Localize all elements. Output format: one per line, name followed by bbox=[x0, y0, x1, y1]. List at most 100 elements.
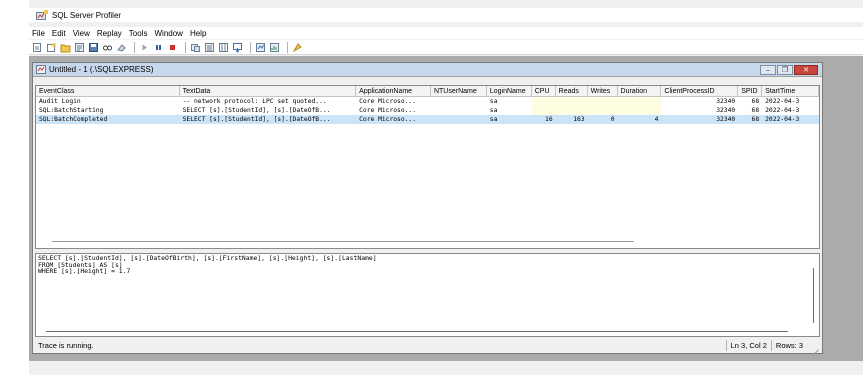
menu-view[interactable]: View bbox=[73, 29, 90, 38]
find-icon[interactable] bbox=[102, 42, 113, 53]
cell-eventclass: Audit Login bbox=[39, 98, 81, 105]
auto-scroll-icon[interactable] bbox=[232, 42, 243, 53]
grid-body: Audit Login -- network protocol: LPC set … bbox=[36, 97, 819, 124]
cell-clientprocessid: 32340 bbox=[716, 116, 736, 123]
toolbar-separator bbox=[287, 41, 288, 53]
menu-edit[interactable]: Edit bbox=[52, 29, 66, 38]
column-header-ntusername[interactable]: NTUserName bbox=[431, 86, 487, 96]
cell-loginname: sa bbox=[489, 107, 498, 114]
column-header-spid[interactable]: SPID bbox=[738, 86, 763, 96]
cell-writes bbox=[587, 97, 618, 106]
column-header-applicationname[interactable]: ApplicationName bbox=[356, 86, 431, 96]
cell-ntusername bbox=[431, 106, 487, 115]
grid-horizontal-scrollbar[interactable] bbox=[52, 241, 634, 242]
trace-window-controls: – ❐ ✕ bbox=[759, 65, 818, 75]
toolbar-separator bbox=[250, 41, 251, 53]
restore-icon[interactable]: ❐ bbox=[777, 65, 793, 75]
row-count: Rows: 3 bbox=[770, 340, 807, 351]
window-title: SQL Server Profiler bbox=[52, 10, 122, 20]
save-icon[interactable] bbox=[88, 42, 99, 53]
cell-applicationname: Core Microso... bbox=[359, 98, 416, 105]
new-trace-icon[interactable] bbox=[32, 42, 43, 53]
menu-help[interactable]: Help bbox=[190, 29, 206, 38]
trace-window-title: Untitled - 1 (.\SQLEXPRESS) bbox=[49, 65, 154, 74]
minimize-icon[interactable]: – bbox=[760, 65, 776, 75]
text-data-content: SELECT [s].[StudentId], [s].[DateOfBirth… bbox=[38, 254, 377, 276]
new-template-icon[interactable] bbox=[46, 42, 57, 53]
start-icon[interactable] bbox=[139, 42, 150, 53]
column-header-textdata[interactable]: TextData bbox=[180, 86, 357, 96]
status-message: Trace is running. bbox=[38, 341, 94, 350]
toolbar-separator bbox=[134, 41, 135, 53]
column-header-cpu[interactable]: CPU bbox=[532, 86, 556, 96]
cell-eventclass: SQL:BatchCompleted bbox=[39, 116, 108, 123]
menu-file[interactable]: File bbox=[32, 29, 45, 38]
cell-cpu bbox=[531, 106, 556, 115]
trace-window-titlebar[interactable]: Untitled - 1 (.\SQLEXPRESS) – ❐ ✕ bbox=[33, 63, 822, 77]
column-header-eventclass[interactable]: EventClass bbox=[36, 86, 180, 96]
pause-icon[interactable] bbox=[153, 42, 164, 53]
cell-textdata: -- network protocol: LPC set quoted... bbox=[182, 98, 327, 105]
help-icon[interactable] bbox=[292, 42, 303, 53]
toolbar-separator bbox=[185, 41, 186, 53]
column-header-loginname[interactable]: LoginName bbox=[487, 86, 532, 96]
cell-duration: 4 bbox=[654, 116, 659, 123]
cell-eventclass: SQL:BatchStarting bbox=[39, 107, 104, 114]
toolbar bbox=[29, 40, 863, 55]
server-icon[interactable] bbox=[255, 42, 266, 53]
cell-cpu bbox=[531, 97, 556, 106]
clear-icon[interactable] bbox=[116, 42, 127, 53]
detail-vertical-scrollbar[interactable] bbox=[813, 268, 814, 323]
performance-monitor-icon[interactable] bbox=[269, 42, 280, 53]
cell-starttime: 2022-04-3 bbox=[765, 116, 800, 123]
cell-applicationname: Core Microso... bbox=[359, 116, 416, 123]
activity-monitor-icon[interactable] bbox=[204, 42, 215, 53]
table-row[interactable]: SQL:BatchCompleted SELECT [s].[StudentId]… bbox=[36, 115, 819, 124]
status-bar: Trace is running. Ln 3, Col 2 Rows: 3 bbox=[35, 339, 820, 352]
close-icon[interactable]: ✕ bbox=[794, 65, 818, 75]
resize-grip-icon[interactable] bbox=[810, 341, 820, 351]
cell-cpu: 16 bbox=[545, 116, 553, 123]
cell-ntusername bbox=[431, 115, 487, 124]
column-header-starttime[interactable]: StartTime bbox=[762, 86, 819, 96]
table-row[interactable]: SQL:BatchStarting SELECT [s].[StudentId],… bbox=[36, 106, 819, 115]
profiler-app: SQL Server Profiler File Edit View Replay To… bbox=[29, 0, 863, 375]
open-icon[interactable] bbox=[60, 42, 71, 53]
cell-spid: 68 bbox=[751, 116, 760, 123]
cell-clientprocessid: 32340 bbox=[716, 98, 736, 105]
column-header-writes[interactable]: Writes bbox=[588, 86, 618, 96]
column-header-clientprocessid[interactable]: ClientProcessID bbox=[661, 86, 739, 96]
trace-window[interactable]: Untitled - 1 (.\SQLEXPRESS) – ❐ ✕ EventC… bbox=[32, 62, 823, 354]
cell-duration bbox=[617, 106, 662, 115]
cell-writes bbox=[587, 106, 618, 115]
column-header-reads[interactable]: Reads bbox=[556, 86, 588, 96]
stop-icon[interactable] bbox=[167, 42, 178, 53]
cell-loginname: sa bbox=[489, 98, 498, 105]
detail-horizontal-scrollbar[interactable] bbox=[46, 331, 788, 332]
cursor-position: Ln 3, Col 2 bbox=[725, 340, 771, 351]
grid-header: EventClass TextData ApplicationName NTUserN… bbox=[36, 86, 819, 97]
tuning-advisor-icon[interactable] bbox=[190, 42, 201, 53]
profiler-app-icon bbox=[36, 9, 48, 20]
trace-grid[interactable]: EventClass TextData ApplicationName NTUserN… bbox=[35, 85, 820, 249]
menu-bar: File Edit View Replay Tools Window Help bbox=[29, 27, 863, 39]
table-row[interactable]: Audit Login -- network protocol: LPC set … bbox=[36, 97, 819, 106]
cell-writes: 0 bbox=[610, 116, 615, 123]
properties-icon[interactable] bbox=[74, 42, 85, 53]
cell-spid: 68 bbox=[751, 98, 760, 105]
cell-loginname: sa bbox=[489, 116, 498, 123]
menu-window[interactable]: Window bbox=[154, 29, 182, 38]
cell-duration bbox=[617, 97, 662, 106]
trace-icon bbox=[36, 65, 46, 74]
menu-replay[interactable]: Replay bbox=[97, 29, 122, 38]
cell-applicationname: Core Microso... bbox=[359, 107, 416, 114]
cell-reads bbox=[555, 97, 588, 106]
menu-tools[interactable]: Tools bbox=[129, 29, 148, 38]
cell-starttime: 2022-04-3 bbox=[765, 107, 800, 114]
column-view-icon[interactable] bbox=[218, 42, 229, 53]
column-header-duration[interactable]: Duration bbox=[618, 86, 662, 96]
mdi-workspace: Untitled - 1 (.\SQLEXPRESS) – ❐ ✕ EventC… bbox=[29, 56, 863, 361]
text-data-pane[interactable]: SELECT [s].[StudentId], [s].[DateOfBirth… bbox=[35, 253, 820, 337]
cell-starttime: 2022-04-3 bbox=[765, 98, 800, 105]
cell-reads: 163 bbox=[573, 116, 585, 123]
